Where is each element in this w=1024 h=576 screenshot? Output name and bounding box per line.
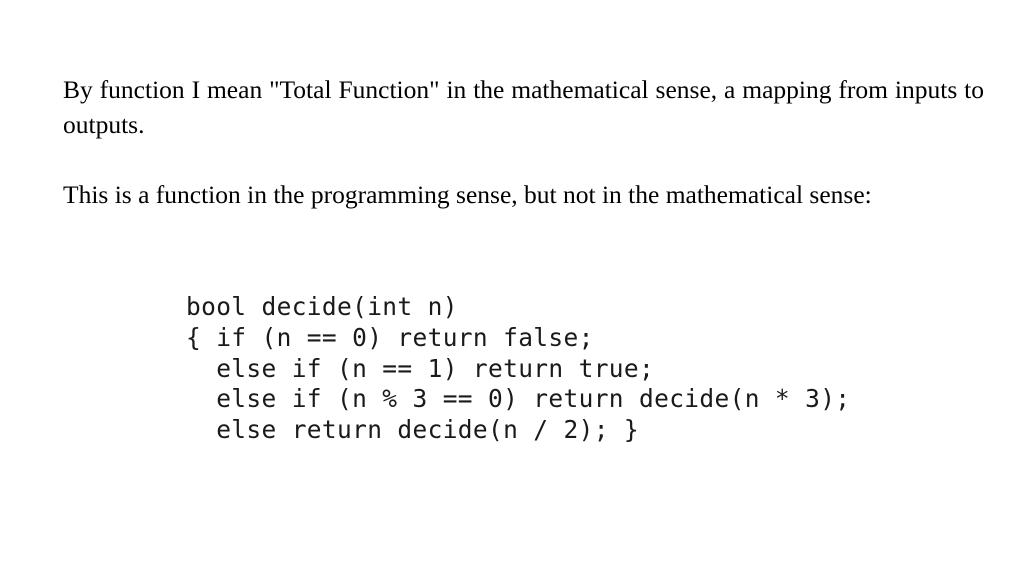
paragraph-example-intro: This is a function in the programming se… (63, 180, 872, 209)
code-sample: bool decide(int n){ if (n == 0) return f… (186, 292, 850, 446)
slide-canvas: By function I mean "Total Function" in t… (0, 0, 1024, 576)
code-line: bool decide(int n) (186, 292, 458, 321)
slide-body-text: By function I mean "Total Function" in t… (63, 72, 984, 212)
code-line: else if (n == 1) return true; (186, 353, 655, 383)
code-line: else if (n % 3 == 0) return decide(n * 3… (186, 384, 851, 414)
paragraph-definition: By function I mean "Total Function" in t… (63, 75, 984, 139)
code-line: { if (n == 0) return false; (186, 322, 594, 352)
code-sample-content: bool decide(int n){ if (n == 0) return f… (186, 292, 850, 446)
code-line: else return decide(n / 2); } (186, 415, 640, 445)
